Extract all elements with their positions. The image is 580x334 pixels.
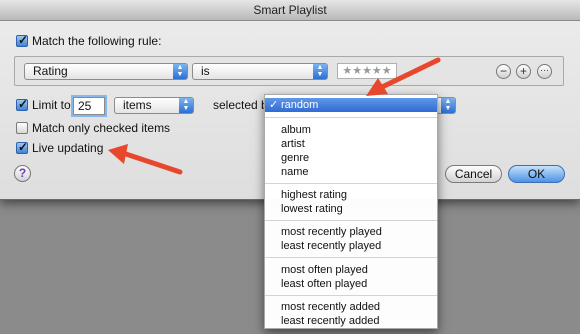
limit-unit-popup[interactable]: items ▲ ▼ (114, 97, 194, 114)
menu-item-highest-rating[interactable]: highest rating (265, 188, 437, 202)
menu-separator (265, 117, 437, 118)
checkmark-icon: ✓ (18, 33, 29, 47)
ok-button[interactable]: OK (508, 165, 565, 183)
rule-field-value: Rating (33, 64, 68, 78)
menu-item-album[interactable]: album (265, 123, 437, 137)
popup-arrows-icon: ▲ ▼ (173, 64, 187, 79)
menu-item-label: random (281, 99, 319, 111)
limit-checkbox[interactable]: ✓ (16, 97, 29, 111)
annotation-arrow-top (366, 57, 441, 96)
menu-item-name[interactable]: name (265, 165, 437, 179)
match-checked-checkbox[interactable] (16, 122, 28, 134)
menu-item-most-recently-played[interactable]: most recently played (265, 225, 437, 239)
rule-operator-popup[interactable]: is ▲ ▼ (192, 63, 328, 80)
checkmark-icon: ✓ (269, 99, 279, 111)
help-button[interactable]: ? (14, 165, 31, 182)
cancel-button[interactable]: Cancel (445, 165, 502, 183)
menu-separator (265, 220, 437, 221)
popup-arrows-icon: ▲ ▼ (179, 98, 193, 113)
menu-separator (265, 257, 437, 258)
remove-rule-button[interactable]: − (496, 64, 511, 79)
popup-arrows-icon: ▲ ▼ (313, 64, 327, 79)
rule-operator-value: is (201, 64, 210, 78)
selected-by-label: selected b (213, 98, 268, 112)
menu-item-genre[interactable]: genre (265, 151, 437, 165)
match-rule-label: Match the following rule: (32, 34, 162, 48)
live-updating-label: Live updating (32, 141, 104, 155)
menu-item-lowest-rating[interactable]: lowest rating (265, 202, 437, 216)
match-checked-label: Match only checked items (32, 121, 171, 135)
selected-by-menu: ✓ random album artist genre name highest… (264, 94, 438, 329)
menu-item-least-often-played[interactable]: least often played (265, 277, 437, 291)
checkmark-icon: ✓ (18, 140, 29, 154)
menu-item-least-recently-added[interactable]: least recently added (265, 314, 437, 328)
rule-field-popup[interactable]: Rating ▲ ▼ (24, 63, 188, 80)
add-rule-button[interactable]: + (516, 64, 531, 79)
checkmark-icon: ✓ (18, 97, 29, 111)
limit-count-field[interactable]: 25 (73, 97, 105, 115)
menu-item-artist[interactable]: artist (265, 137, 437, 151)
menu-separator (265, 183, 437, 184)
limit-label: Limit to (32, 98, 71, 112)
annotation-arrow-bottom (108, 144, 183, 175)
more-options-button[interactable]: ··· (537, 64, 552, 79)
limit-unit-value: items (123, 98, 152, 112)
menu-item-least-recently-played[interactable]: least recently played (265, 239, 437, 253)
menu-item-most-recently-added[interactable]: most recently added (265, 300, 437, 314)
menu-separator (265, 295, 437, 296)
window-title: Smart Playlist (0, 0, 580, 21)
match-rule-checkbox[interactable]: ✓ (16, 33, 29, 47)
menu-item-most-often-played[interactable]: most often played (265, 263, 437, 277)
live-updating-checkbox[interactable]: ✓ (16, 140, 29, 154)
